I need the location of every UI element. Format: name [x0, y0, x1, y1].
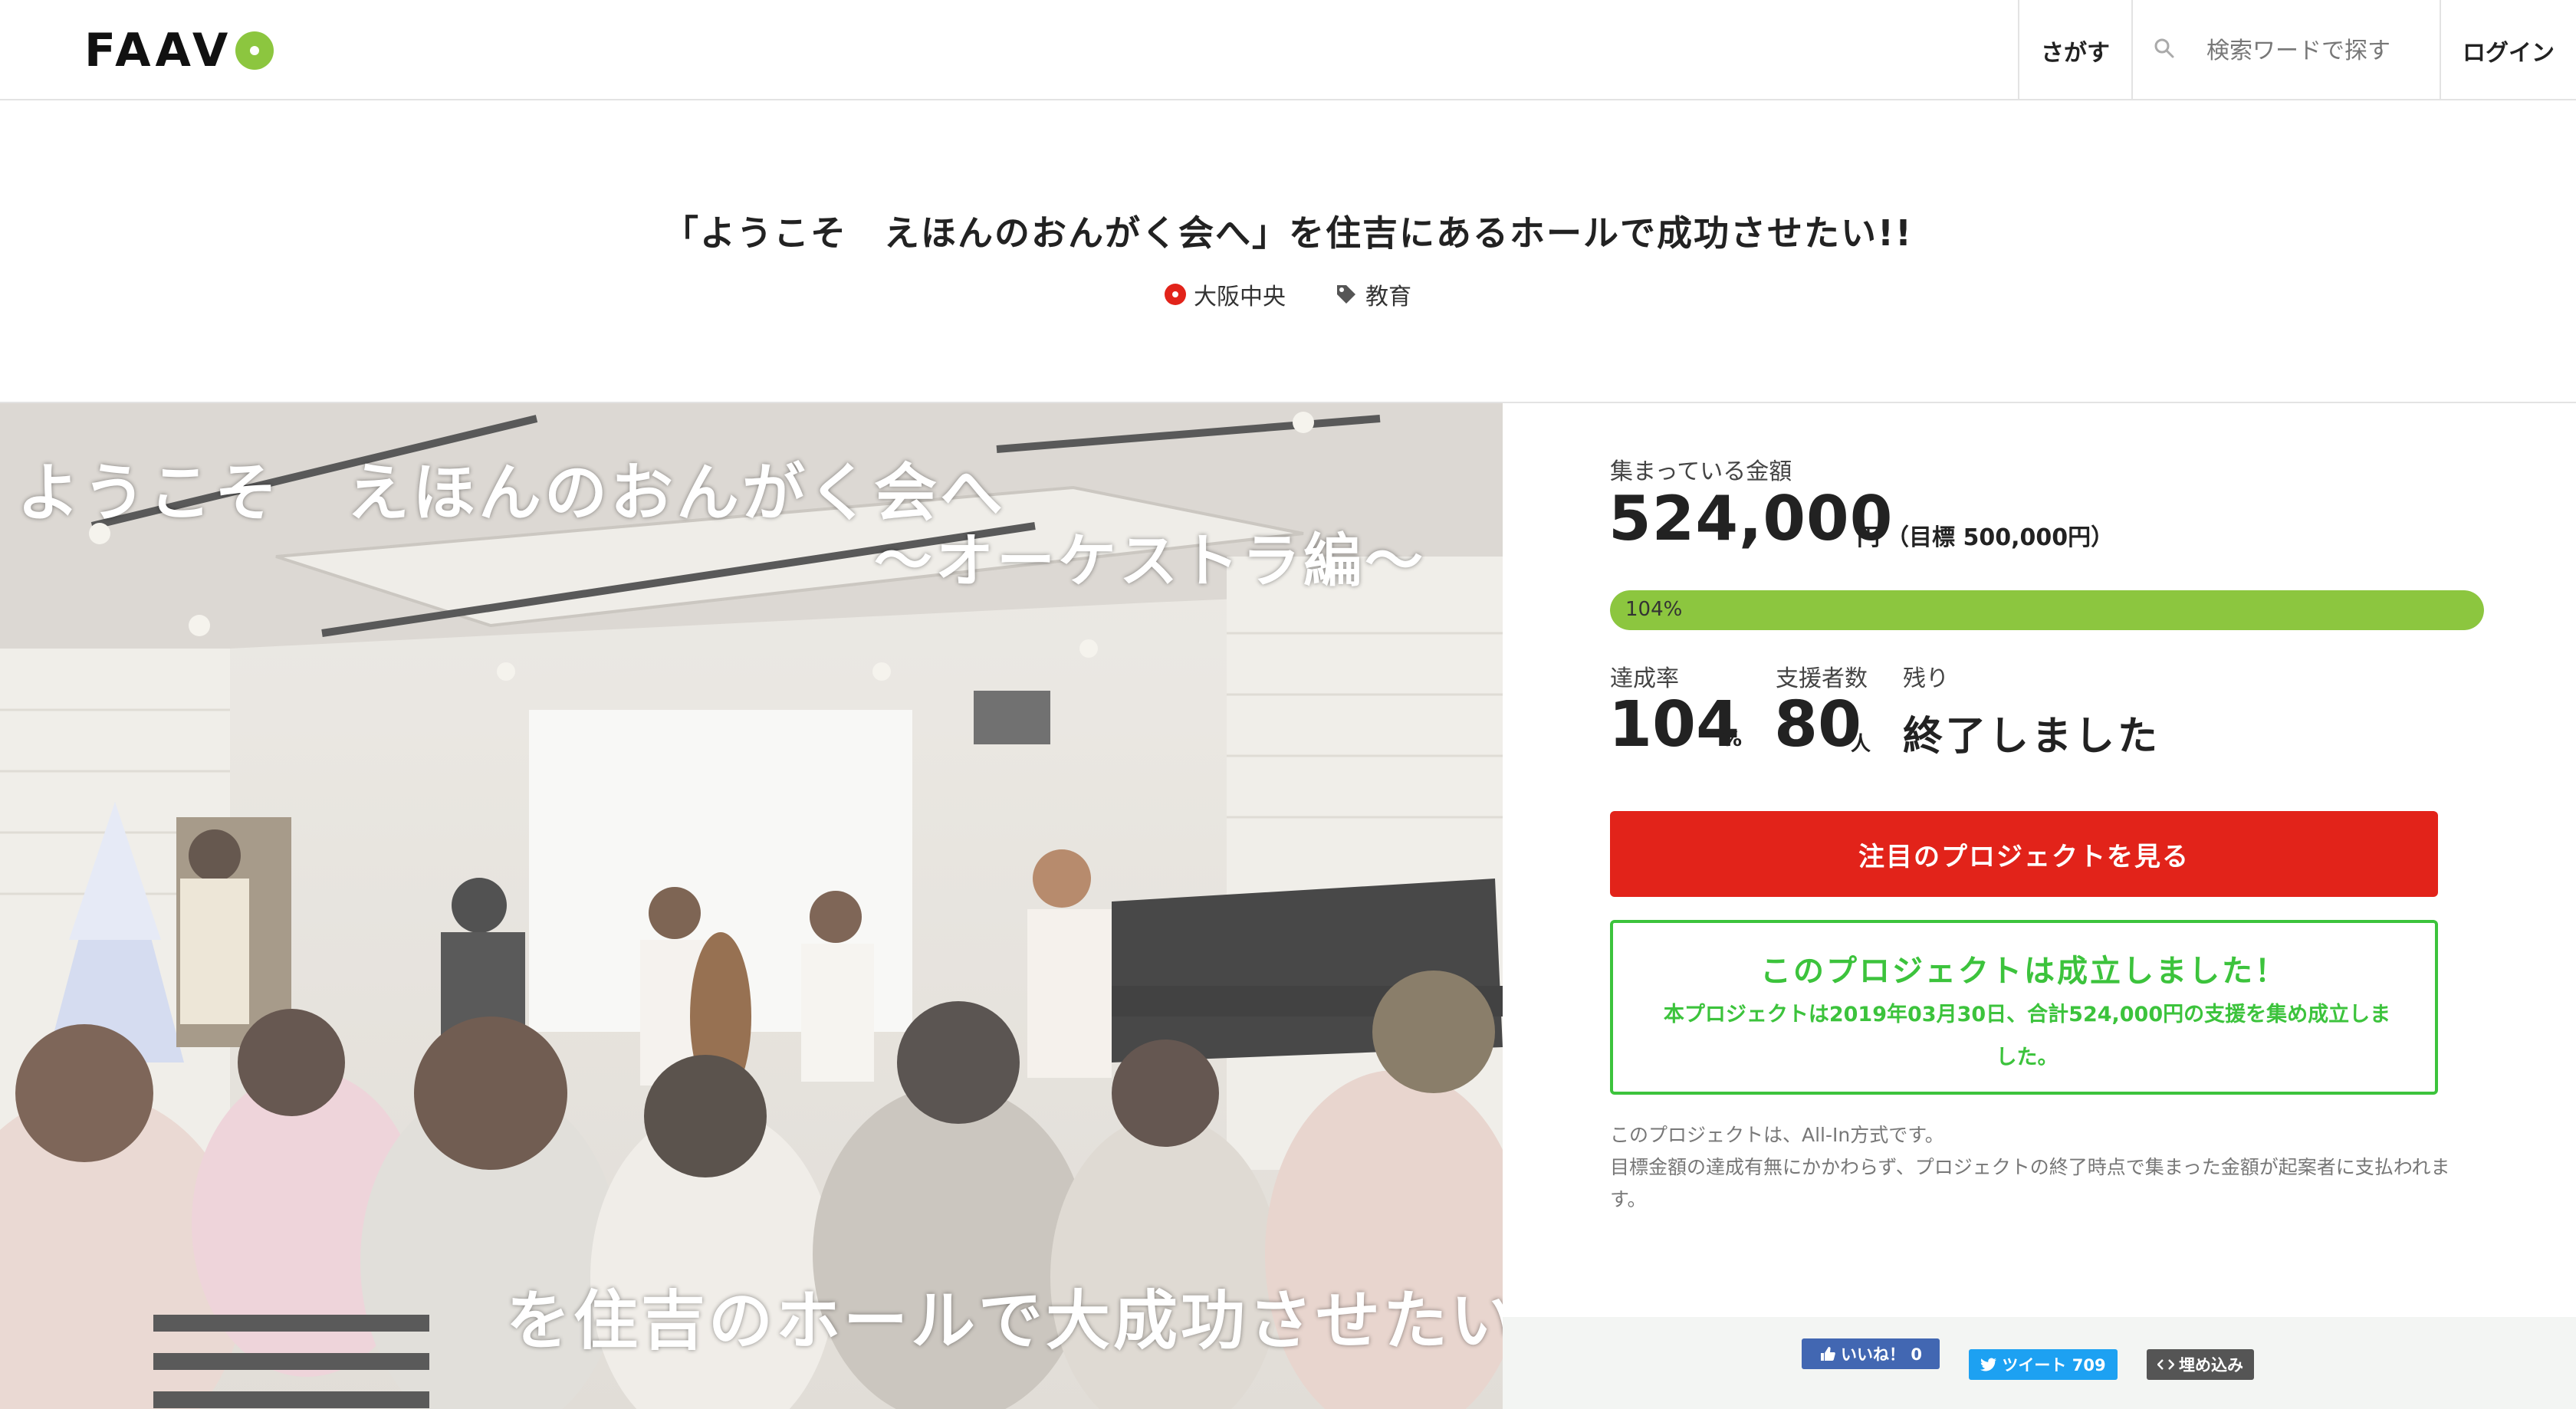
project-title: 「ようこそ えほんのおんがく会へ」を住吉にあるホールで成功させたい!!: [663, 212, 1913, 254]
project-meta: 大阪中央 教育: [0, 278, 2576, 311]
embed-button[interactable]: 埋め込み: [2147, 1349, 2254, 1380]
remaining-value: 終了しました: [1903, 714, 2161, 760]
supporters-unit: 人: [1851, 733, 1871, 756]
location-link[interactable]: 大阪中央: [1165, 278, 1286, 311]
progress-bar-label: 104%: [1625, 598, 1683, 621]
search-input[interactable]: [2206, 31, 2429, 71]
collected-amount-value: 524,000: [1608, 483, 1894, 554]
funding-method-note: このプロジェクトは、All-In方式です。 目標金額の達成有無にかかわらず、プロ…: [1610, 1119, 2453, 1216]
goal-amount: （目標 500,000円）: [1886, 524, 2114, 551]
project-hero-image: ようこそ えほんのおんがく会へ ～オーケストラ編～ を住吉のホールで大成功させた…: [0, 403, 1503, 1409]
twitter-bird-icon: [1980, 1358, 1997, 1371]
search-icon: [2154, 38, 2174, 58]
note-line-2: 目標金額の達成有無にかかわらず、プロジェクトの終了時点で集まった金額が起案者に支…: [1610, 1156, 2450, 1210]
collected-amount-label: 集まっている金額: [1610, 458, 1792, 485]
search-box: [2133, 0, 2440, 100]
like-label: いいね！ 0: [1841, 1345, 1922, 1364]
achievement-rate-value: 104: [1608, 688, 1740, 761]
nav-search-link[interactable]: さがす: [2019, 0, 2131, 100]
featured-projects-button[interactable]: 注目のプロジェクトを見る: [1610, 811, 2438, 897]
hero-caption-line2: ～オーケストラ編～: [874, 527, 1426, 595]
remaining-label: 残り: [1903, 665, 1949, 692]
tweet-button[interactable]: ツイート 709: [1969, 1349, 2118, 1380]
tag-icon: [1337, 285, 1355, 304]
collected-amount-unit: 円: [1857, 524, 1880, 551]
category-label: 教育: [1365, 284, 1411, 310]
success-heading: このプロジェクトは成立しました！: [1760, 954, 2288, 989]
location-label: 大阪中央: [1194, 284, 1286, 310]
category-link[interactable]: 教育: [1335, 278, 1411, 311]
funding-panel: 集まっている金額 524,000 円 （目標 500,000円） 104% 達成…: [1503, 403, 2576, 1409]
code-icon: [2157, 1359, 2174, 1370]
note-line-1: このプロジェクトは、All-In方式です。: [1610, 1124, 1944, 1146]
progress-bar-fill: [1610, 590, 2484, 630]
thumbs-up-icon: [1821, 1347, 1835, 1361]
logo-text: FAAV: [84, 24, 233, 77]
embed-label: 埋め込み: [2179, 1356, 2243, 1375]
facebook-like-button[interactable]: いいね！ 0: [1802, 1338, 1940, 1369]
site-header: FAAV さがす ログイン: [0, 0, 2576, 100]
share-bar: いいね！ 0 ツイート 709 埋め込み: [1503, 1317, 2576, 1409]
faavo-logo[interactable]: FAAV: [84, 24, 274, 77]
location-pin-icon: [1165, 284, 1186, 305]
progress-bar: 104%: [1610, 590, 2484, 630]
hero-caption-line1: ようこそ えほんのおんがく会へ: [17, 457, 1007, 530]
logo-o-mark: [235, 31, 274, 70]
hero-caption-line3: を住吉のホールで大成功させたい！: [506, 1283, 1503, 1358]
tweet-label: ツイート 709: [2002, 1356, 2106, 1375]
supporters-value: 80: [1774, 688, 1862, 761]
login-link[interactable]: ログイン: [2441, 0, 2576, 100]
project-success-notice: このプロジェクトは成立しました！ 本プロジェクトは2019年03月30日、合計5…: [1610, 920, 2438, 1095]
success-body: 本プロジェクトは2019年03月30日、合計524,000円の支援を集め成立しま…: [1663, 1003, 2391, 1069]
achievement-rate-unit: %: [1722, 728, 1743, 751]
